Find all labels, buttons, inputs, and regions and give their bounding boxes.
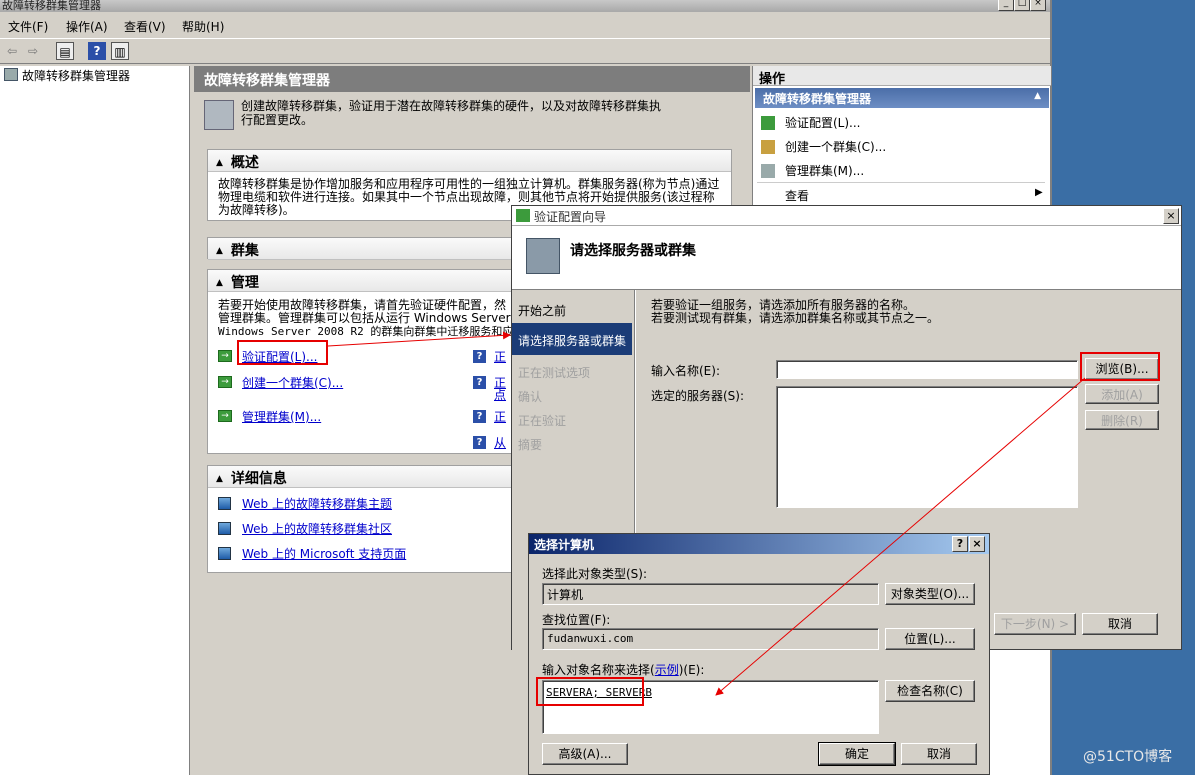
annotation-arrows (327, 331, 1086, 696)
watermark: @51CTO博客 (1083, 749, 1173, 765)
arrow-browse-to-dialog (715, 377, 1086, 696)
arrow-validate-to-wizard (327, 331, 511, 347)
